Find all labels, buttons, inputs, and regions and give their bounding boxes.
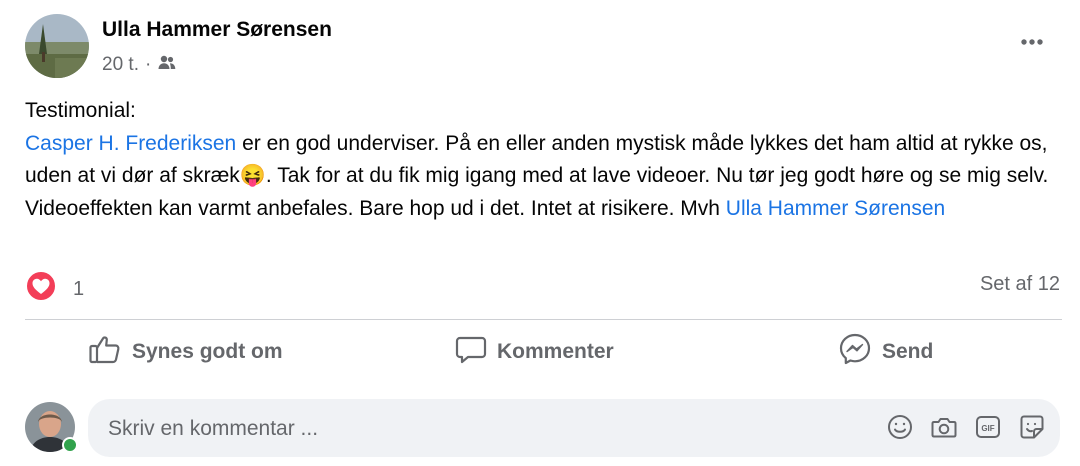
signature-link[interactable]: Ulla Hammer Sørensen	[726, 197, 945, 220]
meta-separator: ·	[144, 54, 152, 75]
friends-icon	[157, 52, 177, 78]
emoji-icon[interactable]	[886, 413, 914, 441]
svg-text:GIF: GIF	[981, 424, 994, 433]
comment-input[interactable]	[106, 399, 870, 459]
comment-bubble-icon	[455, 333, 487, 371]
post-author-name[interactable]: Ulla Hammer Sørensen	[102, 18, 332, 42]
gif-icon[interactable]: GIF	[974, 413, 1002, 441]
comment-label: Kommenter	[497, 340, 614, 363]
like-button[interactable]: Synes godt om	[88, 333, 283, 371]
author-avatar[interactable]	[25, 14, 89, 78]
post-body: Casper H. Frederiksen er en god undervis…	[25, 128, 1065, 226]
comment-button[interactable]: Kommenter	[455, 333, 614, 371]
seen-by-count[interactable]: Set af 12	[980, 273, 1060, 296]
actions-divider	[25, 319, 1062, 320]
post-meta: 20 t. ·	[102, 52, 177, 78]
reaction-count[interactable]: 1	[73, 278, 84, 301]
comment-composer[interactable]: GIF	[88, 399, 1060, 459]
composer-icons: GIF	[886, 413, 1046, 441]
love-reaction-icon	[25, 270, 57, 308]
thumbs-up-icon	[88, 333, 122, 371]
post-timestamp[interactable]: 20 t.	[102, 54, 139, 76]
squinting-tongue-emoji: 😝	[239, 164, 266, 187]
messenger-icon	[838, 332, 872, 372]
post-heading: Testimonial:	[25, 99, 136, 122]
send-label: Send	[882, 340, 934, 363]
camera-icon[interactable]	[930, 413, 958, 441]
post-text: Testimonial: Casper H. Frederiksen er en…	[25, 95, 1065, 225]
mention-link[interactable]: Casper H. Frederiksen	[25, 132, 236, 155]
online-status-indicator	[62, 437, 78, 453]
like-label: Synes godt om	[132, 340, 283, 363]
reaction-summary[interactable]: 1	[25, 270, 84, 308]
more-horizontal-icon[interactable]	[1016, 30, 1048, 54]
sticker-icon[interactable]	[1018, 413, 1046, 441]
send-button[interactable]: Send	[838, 333, 933, 371]
